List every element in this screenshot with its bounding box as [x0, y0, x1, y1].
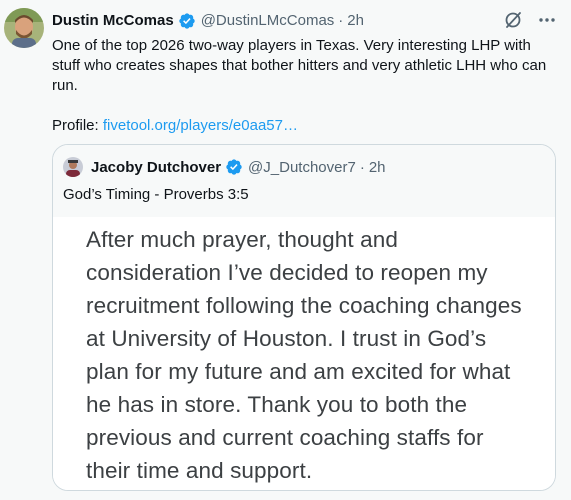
quoted-author-handle[interactable]: @J_Dutchover7	[248, 159, 356, 176]
quoted-tweet-image[interactable]: After much prayer, thought and considera…	[53, 217, 555, 490]
tweet-timestamp[interactable]: 2h	[347, 11, 364, 31]
verified-badge-icon	[225, 158, 243, 176]
tweet-text: One of the top 2026 two-way players in T…	[52, 37, 547, 94]
tweet-header: Dustin McComas @DustinLMcComas · 2h	[52, 10, 561, 32]
quoted-author-name[interactable]: Jacoby Dutchover	[91, 159, 221, 176]
separator-dot: ·	[338, 12, 344, 29]
quoted-tweet-header: Jacoby Dutchover @J_Dutchover7 · 2h God’…	[53, 145, 555, 217]
quoted-author-avatar[interactable]	[63, 157, 83, 177]
profile-label: Profile:	[52, 117, 99, 134]
author-avatar[interactable]	[4, 8, 44, 48]
author-handle[interactable]: @DustinLMcComas	[201, 11, 335, 31]
grok-icon[interactable]	[503, 10, 523, 35]
author-name[interactable]: Dustin McComas	[52, 11, 174, 31]
tweet-body: One of the top 2026 two-way players in T…	[52, 36, 557, 136]
tweet[interactable]: Dustin McComas @DustinLMcComas · 2h One …	[0, 0, 571, 500]
header-actions	[503, 10, 557, 35]
separator-dot: ·	[359, 158, 365, 176]
verified-badge-icon	[178, 12, 196, 30]
profile-line: Profile: fivetool.org/players/e0aa57…	[52, 116, 557, 136]
image-text: After much prayer, thought and considera…	[86, 227, 522, 483]
quoted-tweet[interactable]: Jacoby Dutchover @J_Dutchover7 · 2h God’…	[52, 144, 556, 491]
quoted-tweet-timestamp[interactable]: 2h	[369, 159, 386, 176]
more-options-icon[interactable]	[537, 10, 557, 35]
quoted-tweet-meta: Jacoby Dutchover @J_Dutchover7 · 2h	[91, 157, 386, 177]
quoted-tweet-text: God’s Timing - Proverbs 3:5	[63, 186, 249, 203]
profile-link[interactable]: fivetool.org/players/e0aa57…	[103, 117, 298, 134]
